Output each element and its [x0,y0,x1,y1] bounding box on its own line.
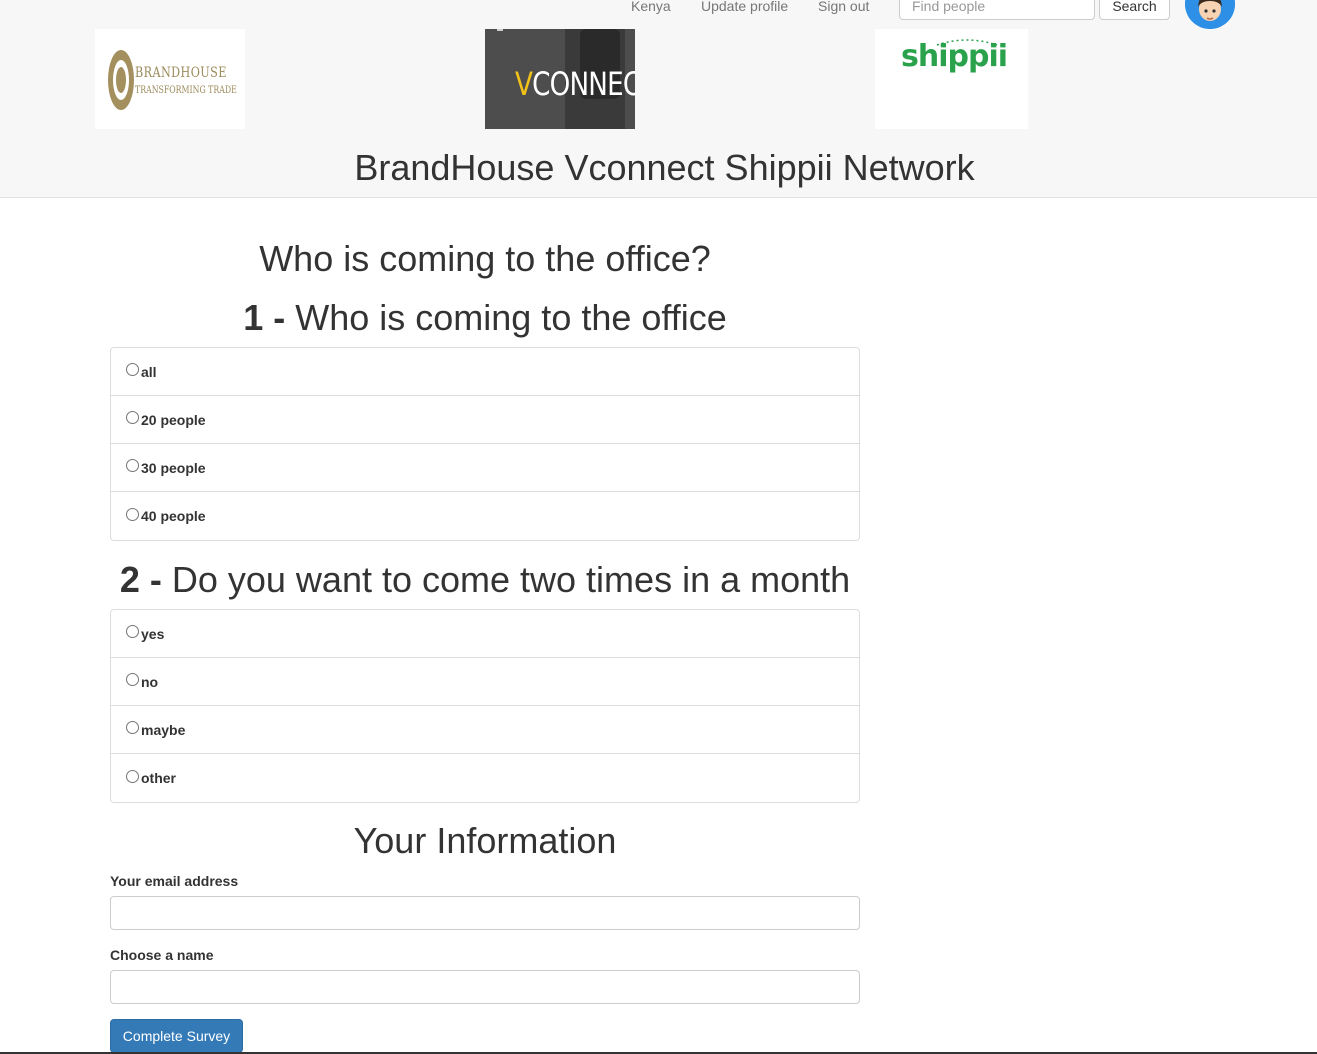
option-maybe-label: maybe [141,721,186,738]
option-30-people-label: 30 people [141,459,206,476]
find-people-input[interactable] [899,0,1095,20]
option-other-radio[interactable] [126,769,139,783]
nav-link-country[interactable]: Kenya [631,0,671,16]
question-1-options: all 20 people 30 people 40 people [110,347,860,541]
name-label: Choose a name [110,947,214,963]
option-yes[interactable]: yes [111,610,859,658]
question-1-text: Who is coming to the office [295,297,727,338]
question-2-separator: - [139,559,172,600]
question-2-heading: 2 - Do you want to come two times in a m… [110,559,860,601]
vconnect-logo-rest: CONNECT [532,65,635,103]
option-all[interactable]: all [111,348,859,396]
search-button[interactable]: Search [1099,0,1170,20]
complete-survey-button[interactable]: Complete Survey [110,1019,243,1053]
option-40-people-label: 40 people [141,508,206,524]
option-yes-radio[interactable] [126,625,139,638]
nav-link-update-profile[interactable]: Update profile [701,0,788,16]
user-avatar-icon [1185,0,1235,29]
option-other[interactable]: other [111,754,859,802]
option-no-label: no [141,673,159,690]
shippii-logo: shippii [875,29,1028,129]
option-all-label: all [141,363,157,380]
vconnect-logo-v: V [515,65,533,103]
brandhouse-logo-name: BRANDHOUSE [135,65,227,81]
brandhouse-logo-tagline: TRANSFORMING TRADE [135,85,237,96]
option-yes-label: yes [141,625,165,642]
option-20-people-radio[interactable] [126,411,139,424]
question-2-number: 2 [119,559,140,600]
option-maybe-radio[interactable] [126,721,139,734]
site-header: Kenya Update profile Sign out Search BRA… [0,0,1317,198]
nav-link-sign-out[interactable]: Sign out [818,0,869,16]
survey-title: Who is coming to the office? [259,238,711,279]
question-2-text: Do you want to come two times in a month [171,559,851,600]
shippii-logo-text: shippii [901,39,1008,74]
option-all-radio[interactable] [126,363,139,376]
email-field[interactable] [110,896,860,930]
option-40-people[interactable]: 40 people [111,492,859,540]
option-no[interactable]: no [111,658,859,706]
option-30-people[interactable]: 30 people [111,444,859,492]
your-information-heading: Your Information [353,820,617,861]
question-1-separator: - [263,297,296,338]
option-20-people[interactable]: 20 people [111,396,859,444]
name-field[interactable] [110,970,860,1004]
option-maybe[interactable]: maybe [111,706,859,754]
email-label: Your email address [110,873,239,889]
vconnect-logo-text: VCONNECT [515,65,635,103]
option-no-radio[interactable] [126,673,139,686]
vconnect-logo: VCONNECT [485,29,635,129]
site-title: BrandHouse Vconnect Shippii Network [354,147,975,188]
option-other-label: other [141,770,176,786]
option-30-people-radio[interactable] [126,459,139,472]
brandhouse-logo: BRANDHOUSE TRANSFORMING TRADE [95,29,245,129]
question-1-heading: 1 - Who is coming to the office [110,297,860,339]
option-20-people-label: 20 people [141,411,206,428]
question-2-options: yes no maybe other [110,609,860,803]
avatar[interactable] [1185,0,1235,29]
question-1-number: 1 [243,297,264,338]
option-40-people-radio[interactable] [126,507,139,521]
